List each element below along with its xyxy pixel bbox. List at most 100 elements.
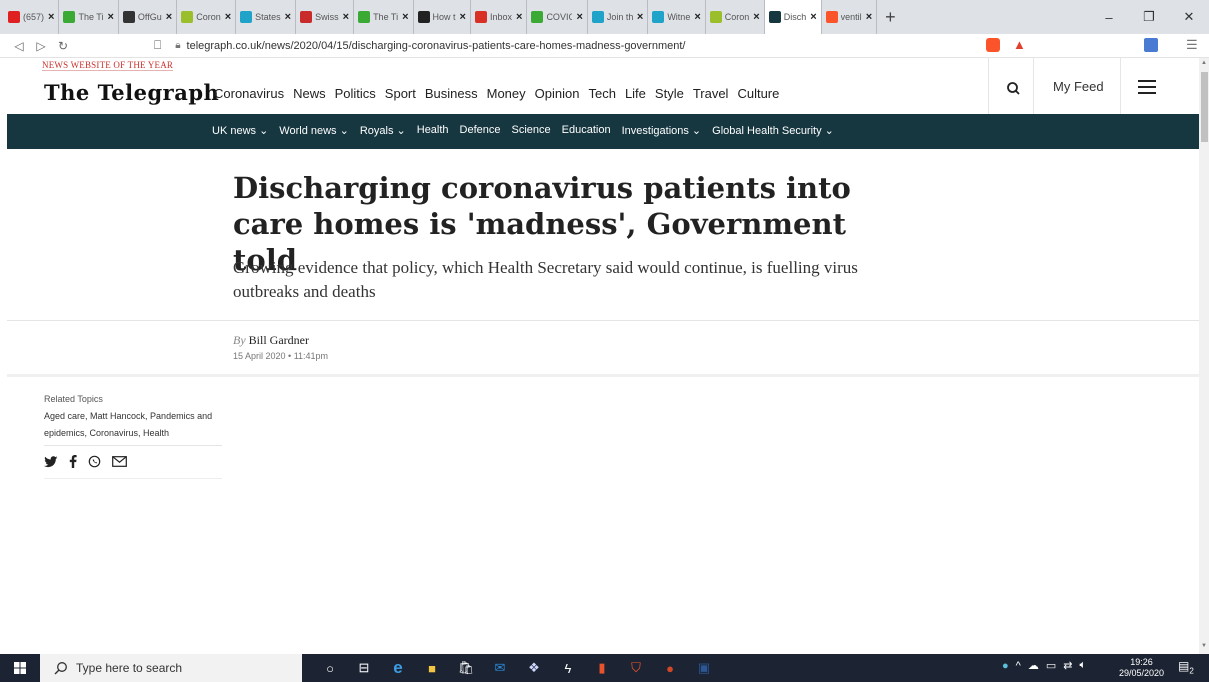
notification-center-icon[interactable]: ▤2 bbox=[1178, 659, 1194, 675]
subnav-item[interactable]: Royals ⌄ bbox=[360, 124, 406, 137]
brave-rewards-icon[interactable]: ▲ bbox=[1013, 37, 1026, 52]
close-tab-icon[interactable]: × bbox=[166, 11, 172, 23]
store-icon[interactable]: 🛍︎ bbox=[456, 658, 476, 678]
nav-item-opinion[interactable]: Opinion bbox=[535, 86, 580, 101]
browser-tab[interactable]: COVIC × bbox=[527, 0, 588, 34]
browser-tab[interactable]: Disch × bbox=[764, 0, 822, 34]
email-icon[interactable] bbox=[112, 456, 127, 467]
close-window-icon[interactable]: ✕ bbox=[1169, 9, 1209, 25]
close-tab-icon[interactable]: × bbox=[810, 11, 816, 23]
whatsapp-icon[interactable] bbox=[88, 455, 101, 468]
windows-start-icon[interactable] bbox=[14, 662, 26, 674]
subnav-item[interactable]: World news ⌄ bbox=[279, 124, 349, 137]
browser-tab[interactable]: How t × bbox=[414, 0, 471, 34]
telegraph-logo[interactable]: The Telegraph bbox=[44, 80, 219, 105]
brave-shields-icon[interactable] bbox=[986, 38, 1000, 52]
subnav-item[interactable]: Health bbox=[417, 124, 449, 137]
subnav-item[interactable]: Science bbox=[512, 124, 551, 137]
bookmark-icon[interactable]: ⎕ bbox=[154, 38, 161, 53]
close-tab-icon[interactable]: × bbox=[576, 11, 582, 23]
edge-icon[interactable]: e bbox=[388, 658, 408, 678]
close-tab-icon[interactable]: × bbox=[460, 11, 466, 23]
browser-tab[interactable]: ventil × bbox=[822, 0, 878, 34]
browser-tab[interactable]: The Ti × bbox=[354, 0, 414, 34]
cortana-icon[interactable]: ○ bbox=[320, 658, 340, 678]
subnav-item[interactable]: Investigations ⌄ bbox=[622, 124, 702, 137]
browser-tab[interactable]: Join th × bbox=[588, 0, 649, 34]
volume-icon[interactable]: 🔈︎ bbox=[1079, 659, 1086, 672]
my-feed-link[interactable]: My Feed bbox=[1053, 79, 1104, 94]
related-topics-list[interactable]: Aged care, Matt Hancock, Pandemics and e… bbox=[44, 408, 224, 442]
close-tab-icon[interactable]: × bbox=[107, 11, 113, 23]
browser-menu-icon[interactable]: ☰ bbox=[1186, 37, 1198, 53]
forward-icon[interactable]: ▷ bbox=[30, 39, 52, 53]
browser-tab[interactable]: Coron × bbox=[177, 0, 237, 34]
office-icon[interactable]: ▮ bbox=[592, 658, 612, 678]
nav-item-coronavirus[interactable]: Coronavirus bbox=[214, 86, 284, 101]
browser-tab[interactable]: OffGu × bbox=[119, 0, 178, 34]
brave-icon[interactable]: ⛉ bbox=[626, 658, 646, 678]
close-tab-icon[interactable]: × bbox=[402, 11, 408, 23]
extension-icon[interactable] bbox=[1144, 38, 1158, 52]
close-tab-icon[interactable]: × bbox=[48, 11, 54, 23]
browser-tab[interactable]: Inbox × bbox=[471, 0, 528, 34]
nav-item-life[interactable]: Life bbox=[625, 86, 646, 101]
author-link[interactable]: Bill Gardner bbox=[249, 333, 309, 347]
nav-item-business[interactable]: Business bbox=[425, 86, 478, 101]
close-tab-icon[interactable]: × bbox=[753, 11, 759, 23]
nav-item-politics[interactable]: Politics bbox=[335, 86, 376, 101]
task-view-icon[interactable]: ⊟ bbox=[354, 658, 374, 678]
network-icon[interactable]: ⇄ bbox=[1063, 659, 1072, 672]
file-explorer-icon[interactable]: ■ bbox=[422, 658, 442, 678]
facebook-icon[interactable] bbox=[69, 455, 77, 468]
minimize-icon[interactable]: – bbox=[1089, 10, 1129, 25]
taskbar-clock[interactable]: 19:26 29/05/2020 bbox=[1119, 657, 1164, 679]
subnav-item[interactable]: UK news ⌄ bbox=[212, 124, 268, 137]
close-tab-icon[interactable]: × bbox=[225, 11, 231, 23]
back-icon[interactable]: ◁ bbox=[8, 39, 30, 53]
nav-item-style[interactable]: Style bbox=[655, 86, 684, 101]
browser-tab[interactable]: (657) × bbox=[4, 0, 60, 34]
taskbar-search-input[interactable]: Type here to search bbox=[40, 654, 302, 682]
hamburger-menu-icon[interactable] bbox=[1138, 80, 1156, 94]
close-tab-icon[interactable]: × bbox=[343, 11, 349, 23]
subnav-item[interactable]: Global Health Security ⌄ bbox=[712, 124, 834, 137]
onedrive-icon[interactable]: ☁ bbox=[1028, 659, 1039, 672]
new-tab-button[interactable]: + bbox=[885, 7, 896, 28]
close-tab-icon[interactable]: × bbox=[866, 11, 872, 23]
nav-item-tech[interactable]: Tech bbox=[588, 86, 615, 101]
nav-item-culture[interactable]: Culture bbox=[737, 86, 779, 101]
subnav-item[interactable]: Education bbox=[562, 124, 611, 137]
nav-item-sport[interactable]: Sport bbox=[385, 86, 416, 101]
scrollbar-thumb[interactable] bbox=[1201, 72, 1208, 142]
twitter-icon[interactable] bbox=[44, 455, 58, 468]
winamp-icon[interactable]: ϟ bbox=[558, 658, 578, 678]
word-icon[interactable]: ▣ bbox=[694, 658, 714, 678]
scroll-up-icon[interactable]: ▲ bbox=[1201, 60, 1207, 66]
browser-tab[interactable]: States × bbox=[236, 0, 297, 34]
chevron-up-icon[interactable]: ^ bbox=[1016, 660, 1021, 672]
maximize-icon[interactable]: ❐ bbox=[1129, 9, 1169, 25]
battery-icon[interactable]: ▭ bbox=[1046, 659, 1056, 672]
nav-item-travel[interactable]: Travel bbox=[693, 86, 729, 101]
browser-tab[interactable]: Swiss × bbox=[296, 0, 355, 34]
browser-tab[interactable]: The Ti × bbox=[59, 0, 119, 34]
dropbox-icon[interactable]: ❖ bbox=[524, 658, 544, 678]
scroll-down-icon[interactable]: ▼ bbox=[1201, 643, 1207, 649]
reload-icon[interactable]: ↻ bbox=[52, 39, 74, 53]
powerpoint-icon[interactable]: ● bbox=[660, 658, 680, 678]
close-tab-icon[interactable]: × bbox=[285, 11, 291, 23]
mail-icon[interactable]: ✉ bbox=[490, 658, 510, 678]
close-tab-icon[interactable]: × bbox=[694, 11, 700, 23]
browser-tab[interactable]: Witne × bbox=[648, 0, 706, 34]
close-tab-icon[interactable]: × bbox=[637, 11, 643, 23]
close-tab-icon[interactable]: × bbox=[516, 11, 522, 23]
help-icon[interactable]: ● bbox=[1002, 660, 1009, 672]
subnav-item[interactable]: Defence bbox=[460, 124, 501, 137]
search-icon[interactable] bbox=[1003, 78, 1025, 100]
nav-item-news[interactable]: News bbox=[293, 86, 326, 101]
nav-item-money[interactable]: Money bbox=[487, 86, 526, 101]
browser-tab[interactable]: Coron × bbox=[706, 0, 765, 34]
url-field[interactable]: telegraph.co.uk/news/2020/04/15/discharg… bbox=[187, 40, 686, 52]
page-scrollbar[interactable] bbox=[1199, 58, 1209, 654]
